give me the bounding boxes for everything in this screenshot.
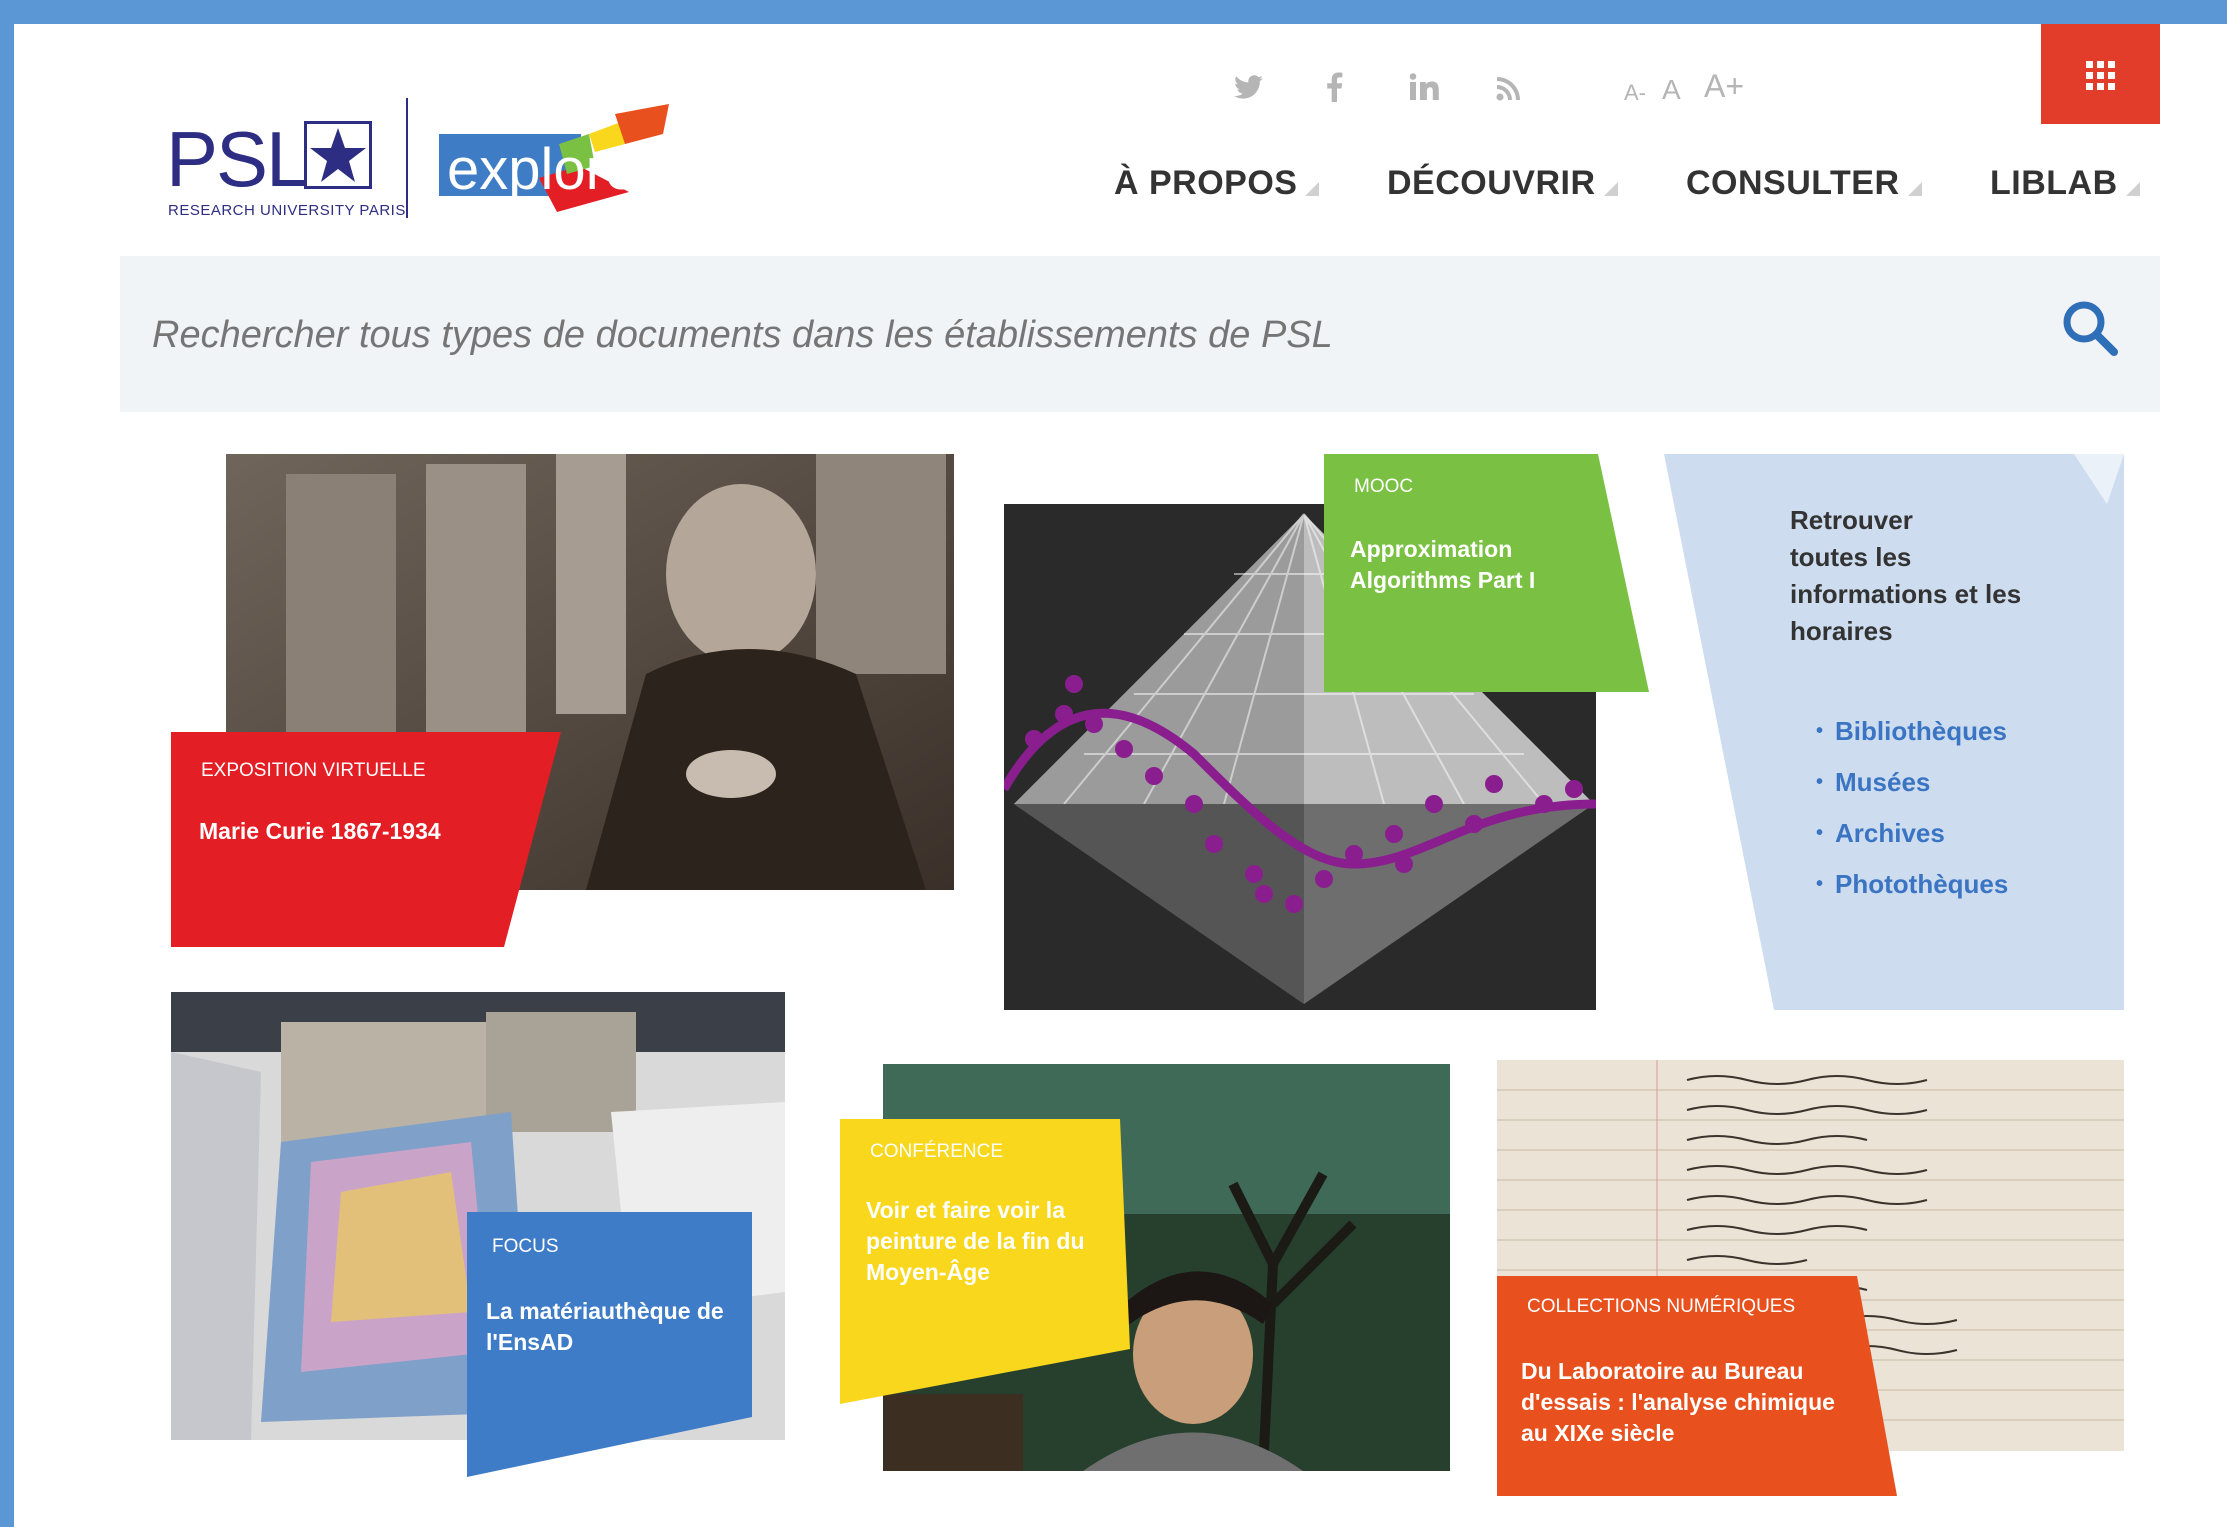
dropdown-triangle-icon: [1603, 182, 1618, 196]
link-phototheques[interactable]: • Photothèques: [1816, 859, 2008, 910]
nav-label: À PROPOS: [1114, 164, 1298, 202]
logo-divider: [406, 98, 408, 218]
search-icon[interactable]: [2060, 298, 2130, 368]
link-label: Photothèques: [1835, 869, 2009, 899]
tile-category: CONFÉRENCE: [870, 1141, 1004, 1162]
tile-title: Du Laboratoire au Bureau d'essais : l'an…: [1521, 1358, 1835, 1446]
tile-title: La matériauthèque de l'EnsAD: [486, 1298, 724, 1355]
nav-label: DÉCOUVRIR: [1387, 164, 1596, 202]
tile-collections-numeriques[interactable]: COLLECTIONS NUMÉRIQUES Du Laboratoire au…: [1497, 1276, 1897, 1496]
tile-title: Marie Curie 1867-1934: [199, 818, 441, 844]
tile-title: Voir et faire voir la peinture de la fin…: [866, 1197, 1085, 1285]
nav-label: LIBLAB: [1990, 164, 2118, 202]
nav-label: CONSULTER: [1686, 164, 1900, 202]
link-musees[interactable]: • Musées: [1816, 757, 2008, 808]
nav-consulter[interactable]: CONSULTER: [1686, 164, 1922, 203]
grid-icon: [2086, 61, 2115, 90]
psl-logo-subtitle: RESEARCH UNIVERSITY PARIS: [168, 202, 406, 219]
apps-menu-button[interactable]: [2041, 24, 2160, 124]
linkedin-icon[interactable]: [1404, 72, 1444, 112]
link-label: Bibliothèques: [1835, 716, 2007, 746]
tile-category: FOCUS: [492, 1236, 559, 1257]
tile-title: Approximation Algorithms Part I: [1350, 536, 1536, 593]
search-input[interactable]: [150, 298, 1954, 372]
psl-explore-logo[interactable]: PSL RESEARCH UNIVERSITY PARIS explore: [154, 74, 684, 224]
link-bibliotheques[interactable]: • Bibliothèques: [1816, 706, 2008, 757]
dropdown-triangle-icon: [2125, 182, 2140, 196]
info-text-line: horaires: [1790, 616, 1893, 646]
rss-icon[interactable]: [1489, 72, 1529, 112]
info-panel: Retrouver toutes les informations et les…: [1664, 454, 2124, 1010]
page: PSL RESEARCH UNIVERSITY PARIS explore A-: [14, 24, 2227, 1527]
font-size-large[interactable]: A+: [1704, 68, 1744, 105]
info-text-line: Retrouver: [1790, 505, 1913, 535]
tile-exposition-virtuelle[interactable]: EXPOSITION VIRTUELLE Marie Curie 1867-19…: [171, 732, 561, 947]
tile-conference[interactable]: CONFÉRENCE Voir et faire voir la peintur…: [840, 1119, 1130, 1404]
info-text-line: toutes les: [1790, 542, 1912, 572]
nav-a-propos[interactable]: À PROPOS: [1114, 164, 1320, 203]
tile-mooc[interactable]: MOOC Approximation Algorithms Part I: [1324, 454, 1649, 692]
nav-liblab[interactable]: LIBLAB: [1990, 164, 2140, 203]
link-archives[interactable]: • Archives: [1816, 808, 2008, 859]
tile-category: EXPOSITION VIRTUELLE: [201, 760, 426, 781]
nav-decouvrir[interactable]: DÉCOUVRIR: [1387, 164, 1618, 203]
psl-logo-text: PSL: [166, 115, 309, 203]
info-text: Retrouver toutes les informations et les…: [1790, 502, 2090, 650]
tile-category: MOOC: [1354, 476, 1414, 497]
dropdown-triangle-icon: [1305, 182, 1320, 196]
twitter-icon[interactable]: [1229, 72, 1269, 112]
font-size-normal[interactable]: A: [1662, 74, 1681, 106]
star-icon: [304, 121, 372, 189]
search-bar: [120, 256, 2160, 412]
dropdown-triangle-icon: [1907, 182, 1922, 196]
link-label: Musées: [1835, 767, 1931, 797]
tile-category: COLLECTIONS NUMÉRIQUES: [1527, 1296, 1796, 1317]
font-size-small[interactable]: A-: [1624, 80, 1646, 106]
link-label: Archives: [1835, 818, 1945, 848]
facebook-icon[interactable]: [1314, 72, 1354, 112]
tile-focus[interactable]: FOCUS La matériauthèque de l'EnsAD: [462, 1212, 752, 1477]
info-links-list: • Bibliothèques • Musées • Archives • Photot…: [1816, 706, 2008, 910]
explore-logo-text: explore: [447, 137, 638, 202]
info-text-line: informations et les: [1790, 579, 2022, 609]
explore-logo: explore: [439, 104, 669, 212]
